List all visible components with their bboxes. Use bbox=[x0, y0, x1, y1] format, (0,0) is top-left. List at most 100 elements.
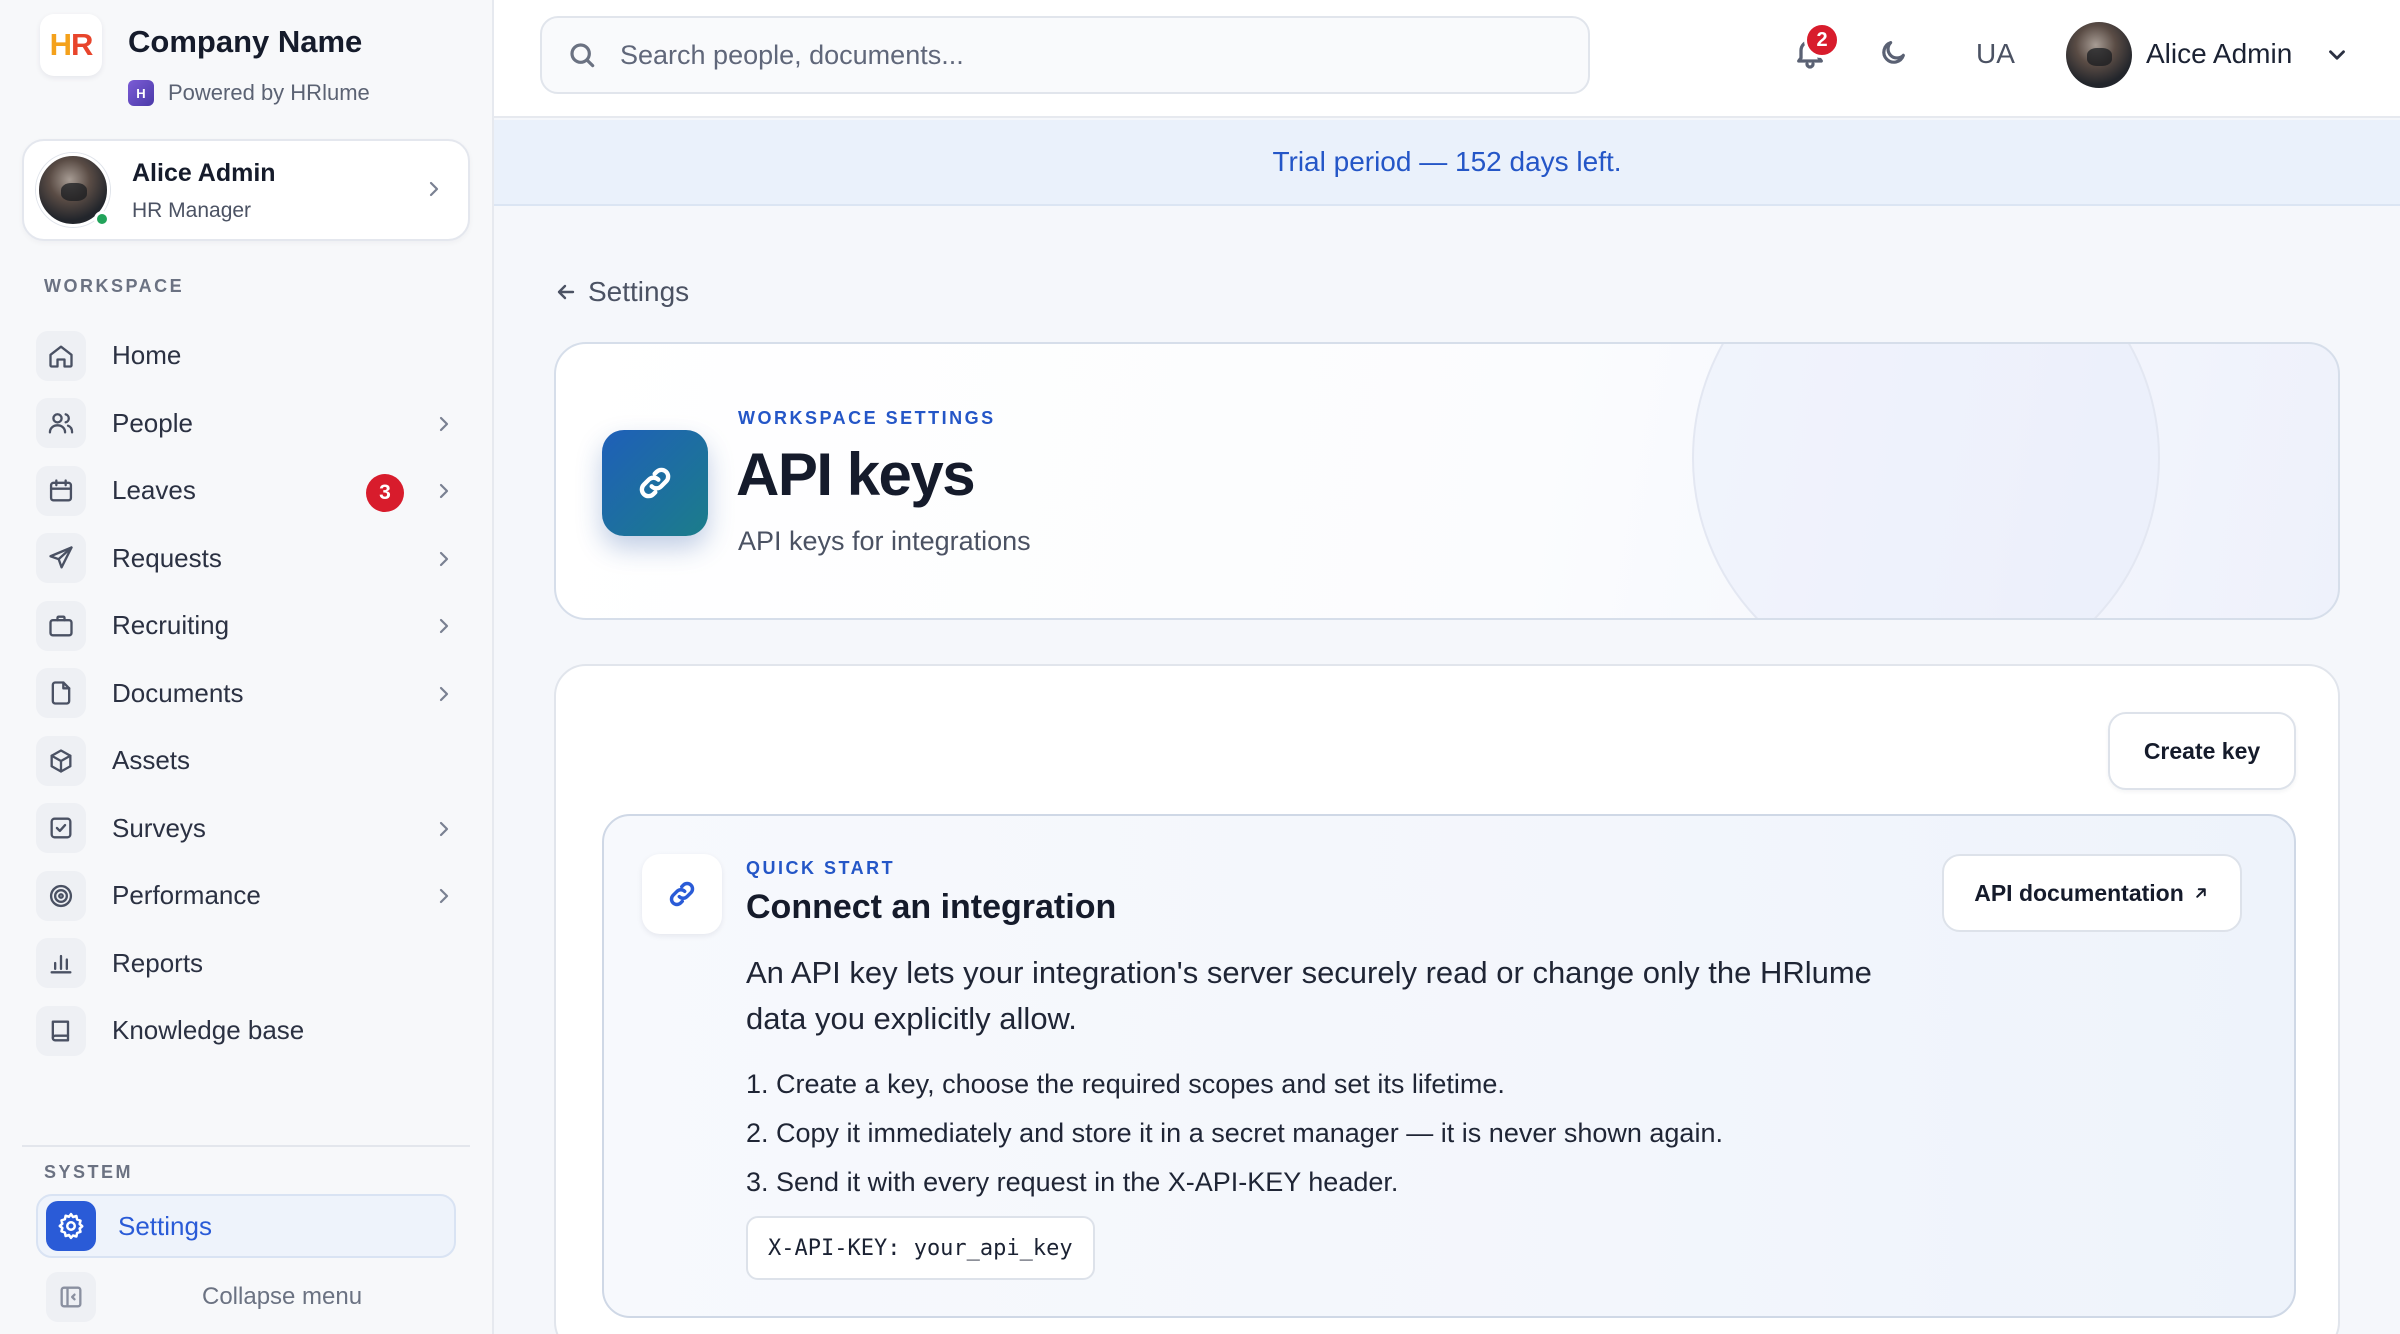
api-documentation-button[interactable]: API documentation bbox=[1942, 854, 2242, 932]
quick-start-title: Connect an integration bbox=[746, 888, 1117, 926]
back-to-settings-link[interactable]: Settings bbox=[554, 276, 689, 308]
sidebar-item-home[interactable]: Home bbox=[36, 322, 456, 390]
api-documentation-label: API documentation bbox=[1974, 879, 2184, 906]
workspace-section-label: WORKSPACE bbox=[44, 276, 185, 296]
briefcase-icon bbox=[36, 600, 86, 651]
brand: HR Company Name H Powered by HRlume bbox=[40, 14, 370, 106]
search-input[interactable] bbox=[620, 39, 1580, 71]
online-status-dot bbox=[94, 211, 110, 227]
quick-start-step: 2. Copy it immediately and store it in a… bbox=[746, 1118, 1723, 1148]
sidebar-item-performance[interactable]: Performance bbox=[36, 862, 456, 930]
people-icon bbox=[36, 398, 86, 449]
send-icon bbox=[36, 533, 86, 584]
page-subtitle: API keys for integrations bbox=[738, 526, 1031, 556]
document-icon bbox=[36, 668, 86, 719]
sidebar-item-label: Knowledge base bbox=[112, 1015, 305, 1046]
api-key-header-code-sample[interactable]: X-API-KEY: your_api_key bbox=[746, 1216, 1095, 1280]
sidebar-item-settings[interactable]: Settings bbox=[36, 1194, 456, 1258]
sidebar-item-label: Recruiting bbox=[112, 610, 230, 641]
logo-letter-r: R bbox=[71, 27, 93, 62]
sidebar-item-requests[interactable]: Requests bbox=[36, 525, 456, 593]
bar-chart-icon bbox=[36, 938, 86, 989]
sidebar-divider bbox=[22, 1145, 470, 1147]
back-link-label: Settings bbox=[588, 276, 690, 307]
profile-card[interactable]: Alice Admin HR Manager bbox=[22, 139, 470, 241]
profile-name: Alice Admin bbox=[132, 159, 276, 187]
company-name: Company Name bbox=[128, 24, 363, 59]
chevron-right-icon bbox=[422, 177, 446, 201]
quick-start-step: 1. Create a key, choose the required sco… bbox=[746, 1069, 1505, 1099]
sidebar-item-label: Leaves bbox=[112, 475, 196, 506]
sidebar-item-assets[interactable]: Assets bbox=[36, 727, 456, 795]
chevron-right-icon bbox=[432, 817, 456, 841]
sidebar-item-documents[interactable]: Documents bbox=[36, 660, 456, 728]
sidebar-item-label: Assets bbox=[112, 745, 191, 776]
chevron-right-icon bbox=[432, 614, 456, 638]
sidebar-item-label: Settings bbox=[118, 1210, 212, 1241]
hrlume-logo-icon: H bbox=[128, 80, 154, 106]
link-icon bbox=[642, 854, 722, 934]
sidebar-item-reports[interactable]: Reports bbox=[36, 930, 456, 998]
trial-banner: Trial period — 152 days left. bbox=[494, 120, 2400, 206]
decorative-circle bbox=[1692, 344, 2160, 618]
powered-by-label: Powered by HRlume bbox=[168, 80, 370, 105]
collapse-menu-label: Collapse menu bbox=[202, 1283, 363, 1310]
top-bar: 2 UA Alice Admin bbox=[494, 0, 2400, 118]
book-icon bbox=[36, 1005, 86, 1056]
calendar-icon bbox=[36, 465, 86, 516]
chevron-down-icon[interactable] bbox=[2324, 42, 2350, 68]
page-eyebrow: WORKSPACE SETTINGS bbox=[738, 408, 996, 428]
company-logo[interactable]: HR bbox=[40, 14, 102, 76]
collapse-sidebar-icon bbox=[46, 1272, 96, 1322]
quick-start-card: QUICK START Connect an integration An AP… bbox=[602, 814, 2296, 1318]
box-icon bbox=[36, 735, 86, 786]
user-avatar[interactable] bbox=[2066, 22, 2132, 88]
quick-start-eyebrow: QUICK START bbox=[746, 858, 896, 878]
powered-by: H Powered by HRlume bbox=[128, 80, 370, 106]
quick-start-description: An API key lets your integration's serve… bbox=[746, 955, 1872, 1036]
sidebar-item-recruiting[interactable]: Recruiting bbox=[36, 592, 456, 660]
target-icon bbox=[36, 870, 86, 921]
logo-letter-h: H bbox=[49, 27, 72, 62]
system-section-label: SYSTEM bbox=[44, 1162, 134, 1182]
arrow-left-icon bbox=[557, 284, 575, 300]
quick-start-steps: 1. Create a key, choose the required sco… bbox=[746, 1060, 1723, 1207]
chevron-right-icon bbox=[432, 884, 456, 908]
language-switcher[interactable]: UA bbox=[1976, 38, 2015, 70]
sidebar-item-label: Performance bbox=[112, 880, 261, 911]
sidebar: HR Company Name H Powered by HRlume Alic… bbox=[0, 0, 494, 1334]
sidebar-item-knowledge-base[interactable]: Knowledge base bbox=[36, 997, 456, 1065]
page-title: API keys bbox=[736, 441, 976, 508]
sidebar-item-people[interactable]: People bbox=[36, 390, 456, 458]
chevron-right-icon bbox=[432, 547, 456, 571]
dark-mode-moon-icon[interactable] bbox=[1878, 36, 1912, 70]
link-icon bbox=[602, 430, 708, 536]
api-keys-panel: Create key QUICK START Connect an integr… bbox=[554, 664, 2340, 1334]
user-menu-name[interactable]: Alice Admin bbox=[2146, 38, 2292, 70]
sidebar-item-leaves[interactable]: Leaves 3 bbox=[36, 457, 456, 525]
leaves-count-badge: 3 bbox=[366, 474, 404, 512]
sidebar-item-label: People bbox=[112, 407, 193, 438]
sidebar-item-label: Surveys bbox=[112, 812, 206, 843]
sidebar-item-label: Documents bbox=[112, 677, 244, 708]
sidebar-item-label: Home bbox=[112, 340, 182, 371]
create-key-button[interactable]: Create key bbox=[2108, 712, 2296, 790]
chevron-right-icon bbox=[432, 479, 456, 503]
profile-role: HR Manager bbox=[132, 199, 252, 222]
gear-icon bbox=[46, 1201, 96, 1251]
chevron-right-icon bbox=[432, 412, 456, 436]
sidebar-item-label: Requests bbox=[112, 542, 222, 573]
external-link-arrow-icon bbox=[2196, 888, 2206, 898]
sidebar-nav: Home People Leaves 3 Requests Recruiting… bbox=[36, 322, 456, 1065]
notification-count-badge: 2 bbox=[1804, 22, 1840, 58]
collapse-menu-button[interactable]: Collapse menu bbox=[46, 1272, 466, 1322]
page-header-card: WORKSPACE SETTINGS API keys API keys for… bbox=[554, 342, 2340, 620]
sidebar-item-label: Reports bbox=[112, 947, 204, 978]
search-icon bbox=[566, 39, 598, 71]
chevron-right-icon bbox=[432, 682, 456, 706]
sidebar-item-surveys[interactable]: Surveys bbox=[36, 795, 456, 863]
checkbox-icon bbox=[36, 803, 86, 854]
search-bar[interactable] bbox=[540, 16, 1590, 94]
quick-start-step: 3. Send it with every request in the X-A… bbox=[746, 1167, 1399, 1197]
home-icon bbox=[36, 330, 86, 381]
